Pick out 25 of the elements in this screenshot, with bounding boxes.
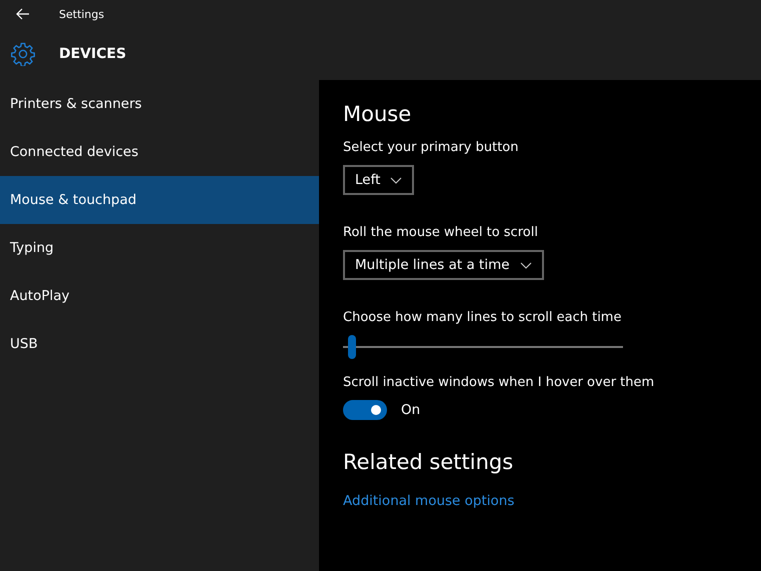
slider-thumb[interactable]	[348, 335, 356, 359]
sidebar-item[interactable]: USB	[0, 320, 319, 368]
gear-icon	[11, 42, 35, 66]
sidebar-item[interactable]: AutoPlay	[0, 272, 319, 320]
toggle-state: On	[401, 402, 420, 418]
chevron-down-icon	[520, 262, 532, 268]
setting-label: Roll the mouse wheel to scroll	[343, 225, 539, 240]
dropdown[interactable]: Left	[343, 165, 414, 195]
setting-label: Select your primary button	[343, 140, 520, 155]
setting-label: Scroll inactive windows when I hover over them	[343, 375, 656, 390]
settings-link[interactable]: Additional mouse options	[343, 493, 514, 509]
dropdown[interactable]: Multiple lines at a time	[343, 250, 544, 280]
page-heading: DEVICES	[59, 46, 126, 62]
sidebar-item[interactable]: Typing	[0, 224, 319, 272]
section-title: Related settings	[343, 450, 514, 474]
slider[interactable]	[343, 335, 623, 359]
sidebar-item[interactable]: Connected devices	[0, 128, 319, 176]
setting-label: Choose how many lines to scroll each time	[343, 310, 622, 325]
back-icon[interactable]	[16, 8, 30, 20]
chevron-down-icon	[390, 176, 402, 184]
section-title: Mouse	[343, 102, 412, 126]
window-title: Settings	[59, 8, 104, 20]
toggle-switch[interactable]	[343, 400, 387, 420]
sidebar-item[interactable]: Mouse & touchpad	[0, 176, 319, 224]
sidebar-item[interactable]: Printers & scanners	[0, 80, 319, 128]
